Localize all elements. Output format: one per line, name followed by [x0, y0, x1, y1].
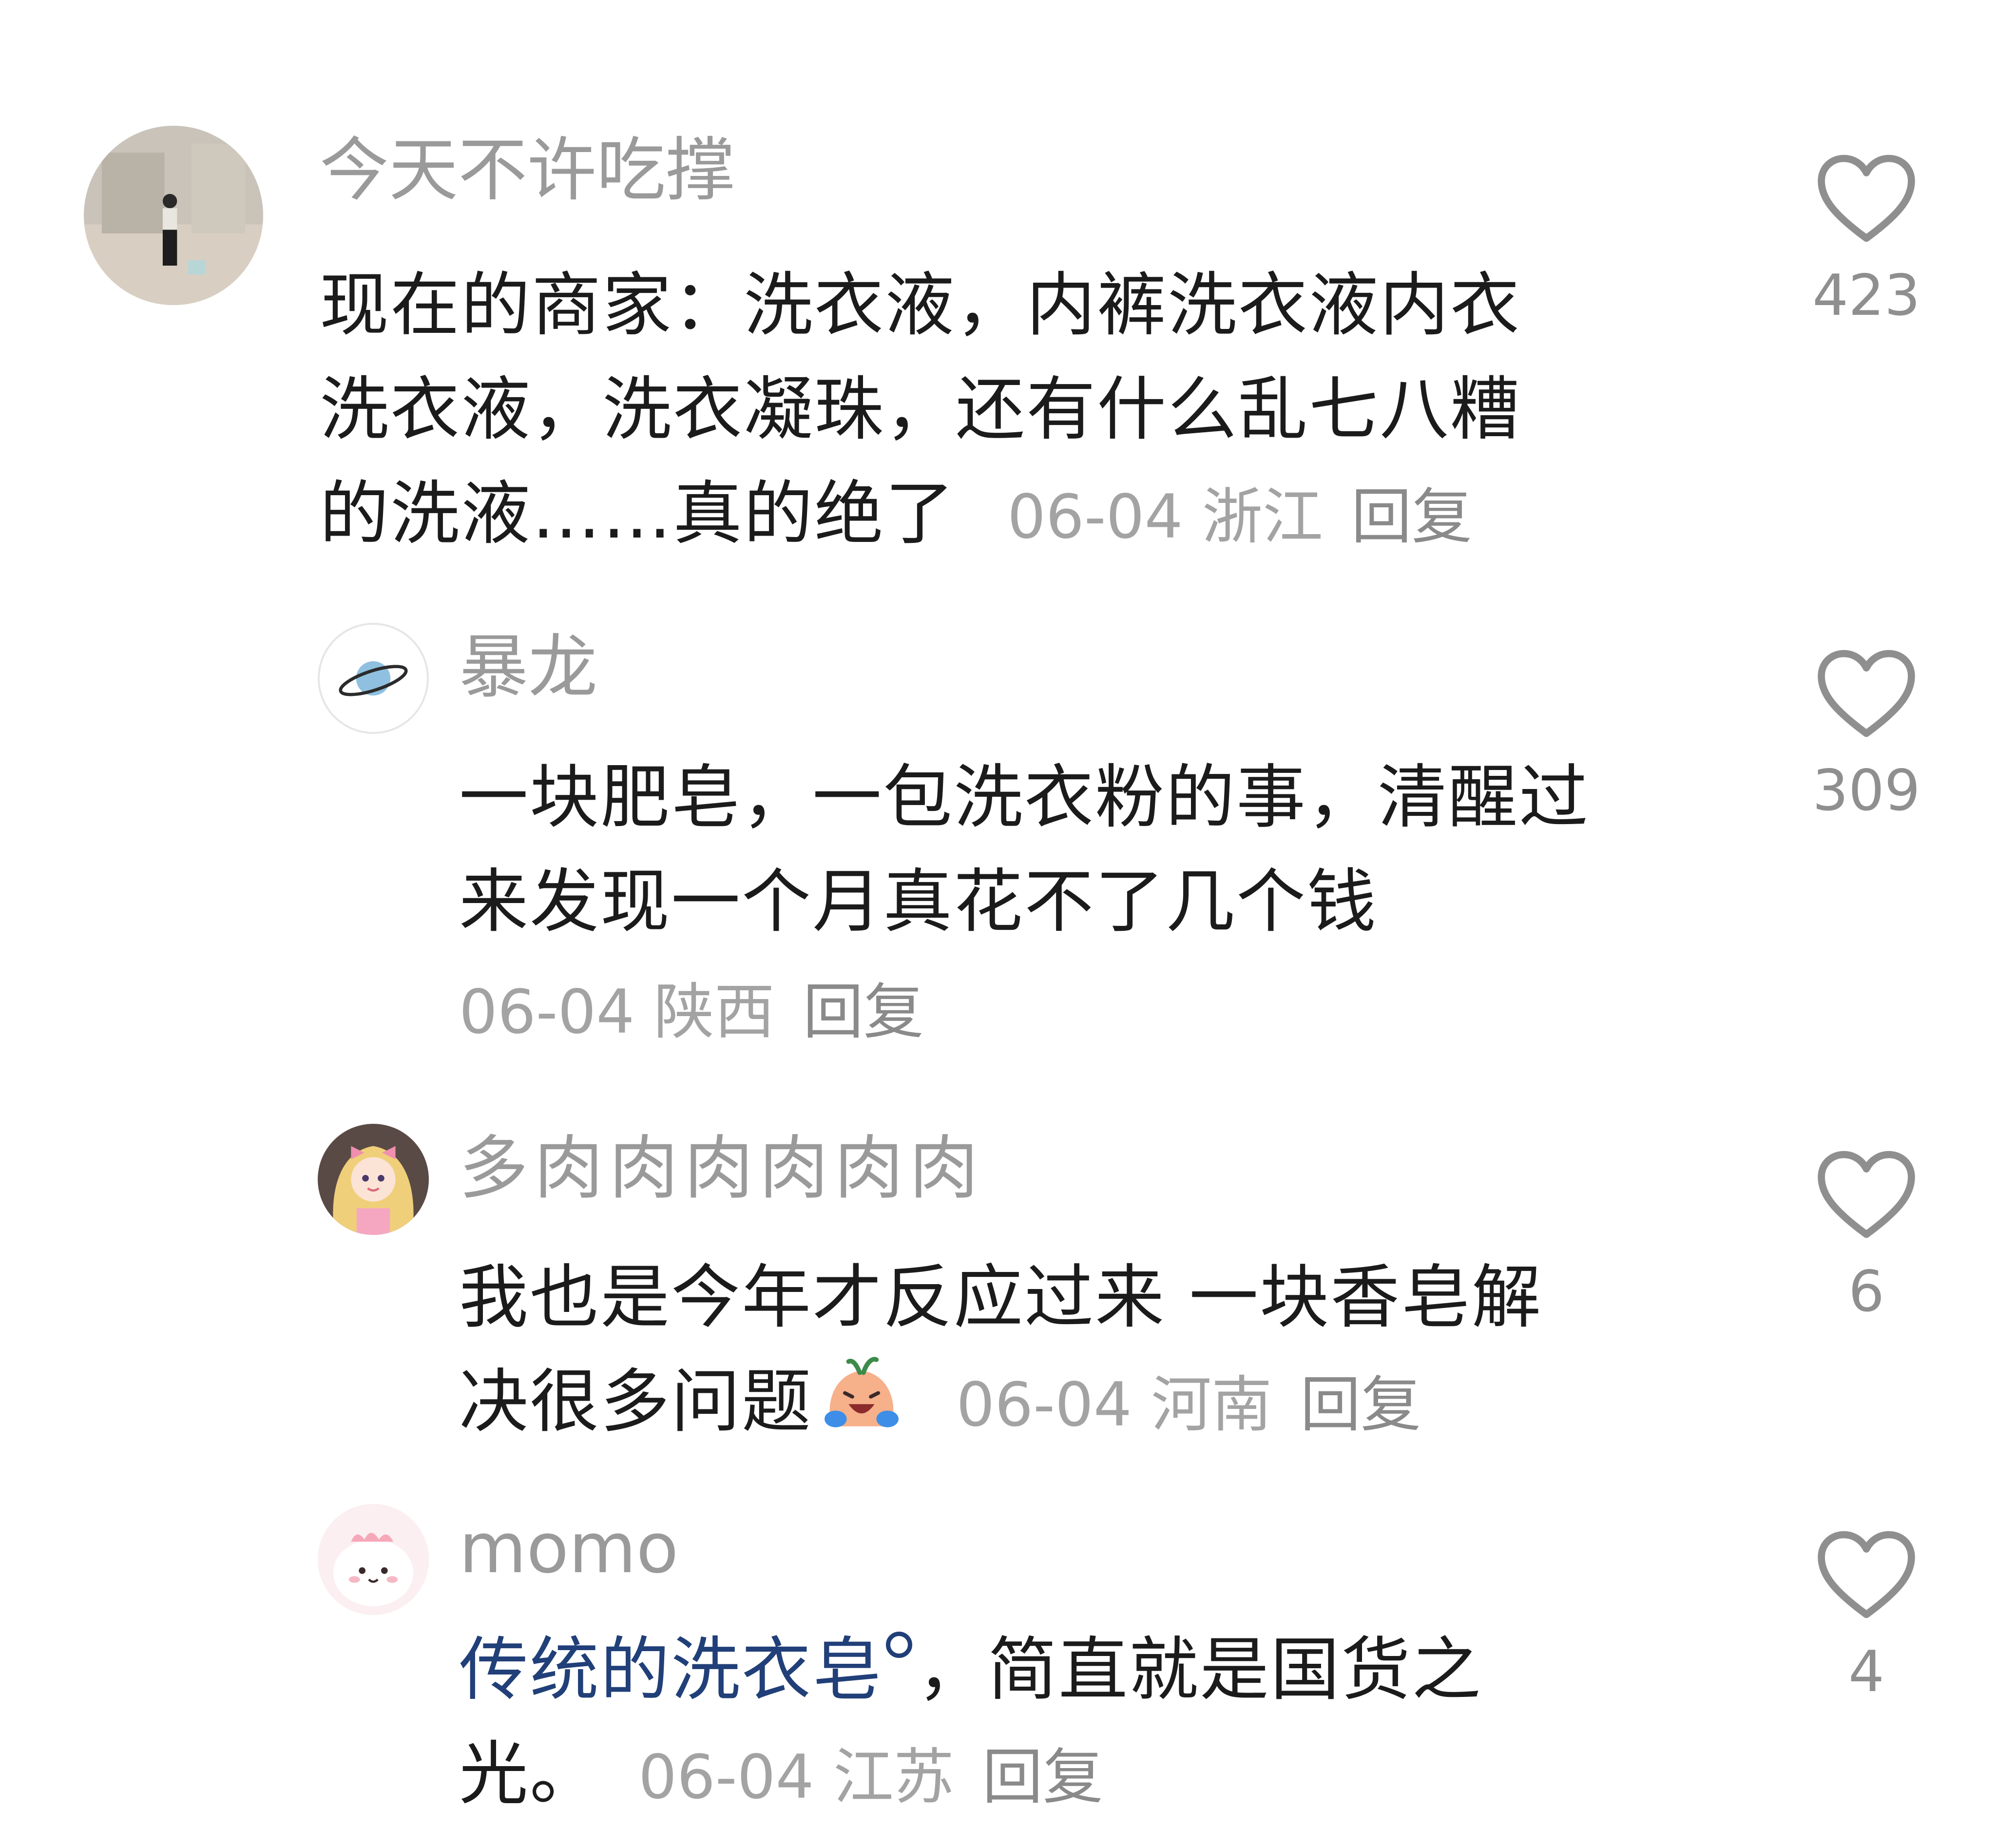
comment-line: 光。 [459, 1734, 600, 1814]
comment-text[interactable]: 传统的洗衣皂 ，简直就是国货之 光。 06-04 江苏 回复 [459, 1618, 1775, 1829]
comment-meta: 06-04 浙江 回复 [979, 482, 1472, 552]
heart-icon [1818, 650, 1915, 737]
avatar[interactable] [318, 1504, 429, 1615]
heart-icon [1818, 1151, 1915, 1238]
cartoon-girl-avatar-icon [318, 1124, 429, 1235]
cute-character-avatar-icon [318, 1504, 429, 1615]
like-button[interactable]: 6 [1803, 1148, 1930, 1324]
like-button[interactable]: 4 [1803, 1528, 1930, 1704]
planet-icon [339, 661, 408, 696]
comment-line: 的洗液……真的绝了 [320, 474, 956, 554]
comment-line: 洗衣液，洗衣凝珠，还有什么乱七八糟 [320, 369, 1521, 450]
comment-line: 一块肥皂，一包洗衣粉的事，清醒过 [459, 757, 1590, 838]
comment-text[interactable]: 现在的商家：洗衣液，内裤洗衣液内衣 洗衣液，洗衣凝珠，还有什么乱七八糟 的洗液…… [320, 253, 1733, 569]
avatar[interactable] [318, 1124, 429, 1235]
comment-date: 06-04 [638, 1742, 814, 1812]
comment-meta: 06-04 江苏 回复 [624, 1742, 1103, 1812]
username[interactable]: 暴龙 [459, 629, 597, 707]
like-count: 423 [1812, 263, 1920, 328]
comment-line: 来发现一个月真花不了几个钱 [459, 862, 1378, 942]
comment-location: 江苏 [833, 1742, 954, 1812]
like-count: 6 [1848, 1259, 1884, 1325]
comment-location: 河南 [1151, 1370, 1272, 1440]
heart-icon [1818, 1531, 1915, 1618]
comment-line: 我也是今年才反应过来 一块香皂解 [459, 1257, 1543, 1338]
comment-text[interactable]: 我也是今年才反应过来 一块香皂解 决很多问题 06-04 河南 回复 [459, 1246, 1775, 1457]
search-link-icon[interactable] [886, 1632, 912, 1658]
username[interactable]: 今天不许吃撑 [320, 132, 735, 210]
comment-meta: 06-04 陕西 回复 [459, 960, 1775, 1064]
comment-line: 现在的商家：洗衣液，内裤洗衣液内衣 [320, 265, 1521, 346]
comment-date: 06-04 [459, 977, 635, 1047]
search-link[interactable]: 传统的洗衣皂 [459, 1630, 883, 1710]
reply-button[interactable]: 回复 [1300, 1370, 1421, 1440]
comment-text[interactable]: 一块肥皂，一包洗衣粉的事，清醒过 来发现一个月真花不了几个钱 06-04 陕西回… [459, 746, 1775, 1064]
comment-line: ，简直就是国货之 [917, 1630, 1482, 1710]
like-count: 4 [1848, 1639, 1884, 1705]
like-button[interactable]: 309 [1803, 647, 1930, 823]
comment-meta: 06-04 河南 回复 [937, 1370, 1421, 1440]
username[interactable]: momo [459, 1510, 678, 1588]
comment-line: 决很多问题 [459, 1362, 812, 1442]
reply-button[interactable]: 回复 [1351, 482, 1472, 552]
reply-button[interactable]: 回复 [803, 977, 924, 1047]
comment-location: 陕西 [653, 977, 775, 1047]
photo-avatar-icon [84, 126, 263, 305]
reply-button[interactable]: 回复 [982, 1742, 1103, 1812]
comment-date: 06-04 [1007, 482, 1183, 552]
laugh-cry-emoji-icon [825, 1357, 899, 1427]
like-count: 309 [1812, 758, 1920, 824]
heart-icon [1818, 154, 1915, 242]
comment-location: 浙江 [1202, 482, 1323, 552]
avatar[interactable] [318, 623, 429, 734]
username[interactable]: 多肉肉肉肉肉肉 [459, 1130, 984, 1208]
avatar[interactable] [84, 126, 263, 305]
comment-date: 06-04 [956, 1370, 1132, 1440]
like-button[interactable]: 423 [1803, 152, 1930, 327]
